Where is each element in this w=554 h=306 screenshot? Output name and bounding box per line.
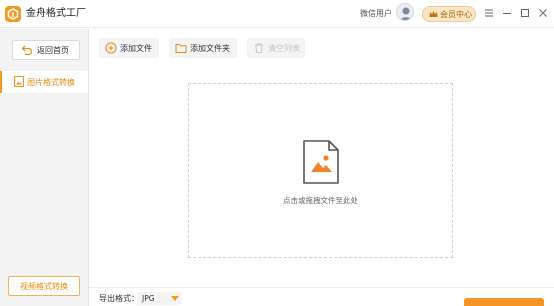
add-file-label: 添加文件 xyxy=(120,44,152,53)
app-title: 金舟格式工厂 xyxy=(26,8,86,19)
export-format-label: 导出格式： xyxy=(99,294,139,303)
folder-icon xyxy=(175,44,187,53)
back-home-label: 返回首页 xyxy=(37,46,69,55)
vip-center-button[interactable]: 会员中心 xyxy=(422,6,476,22)
video-convert-label: 视频格式转换 xyxy=(20,282,68,291)
clear-list-label: 清空列表 xyxy=(268,44,300,53)
back-home-button[interactable]: 返回首页 xyxy=(12,40,80,60)
start-convert-button[interactable] xyxy=(464,298,544,306)
active-indicator xyxy=(0,71,2,93)
image-doc-icon xyxy=(14,76,24,87)
add-folder-label: 添加文件夹 xyxy=(190,44,230,53)
drop-hint: 点击或拖拽文件至此处 xyxy=(283,196,358,205)
close-icon[interactable] xyxy=(536,6,550,20)
chevron-down-icon xyxy=(171,296,179,301)
title-bar: 金舟格式工厂 微信用户 会员中心 xyxy=(0,0,554,28)
video-convert-button[interactable]: 视频格式转换 xyxy=(8,276,80,296)
user-name[interactable]: 微信用户 xyxy=(360,8,392,20)
maximize-icon[interactable] xyxy=(518,6,532,20)
drop-zone[interactable]: 点击或拖拽文件至此处 xyxy=(188,83,453,258)
minimize-icon[interactable] xyxy=(500,6,514,20)
add-folder-button[interactable]: 添加文件夹 xyxy=(169,38,237,58)
sidebar-item-image-convert[interactable]: 图片格式转换 xyxy=(0,71,88,93)
export-format-value: JPG xyxy=(142,294,155,303)
bottom-bar: 导出格式： JPG xyxy=(89,287,554,306)
add-file-button[interactable]: 添加文件 xyxy=(99,38,159,58)
clear-list-button[interactable]: 清空列表 xyxy=(247,38,305,58)
sidebar: 返回首页 图片格式转换 视频格式转换 xyxy=(0,29,89,306)
add-circle-icon xyxy=(105,42,117,54)
image-file-icon xyxy=(303,140,339,184)
sidebar-item-label: 图片格式转换 xyxy=(27,78,75,87)
vip-center-label: 会员中心 xyxy=(440,10,472,19)
crown-icon xyxy=(429,11,438,17)
export-format-select[interactable]: JPG xyxy=(137,292,182,305)
app-logo-icon xyxy=(5,6,21,22)
avatar[interactable] xyxy=(396,3,414,21)
trash-icon xyxy=(255,43,263,53)
back-arrow-icon xyxy=(21,45,33,56)
menu-icon[interactable] xyxy=(482,6,496,20)
